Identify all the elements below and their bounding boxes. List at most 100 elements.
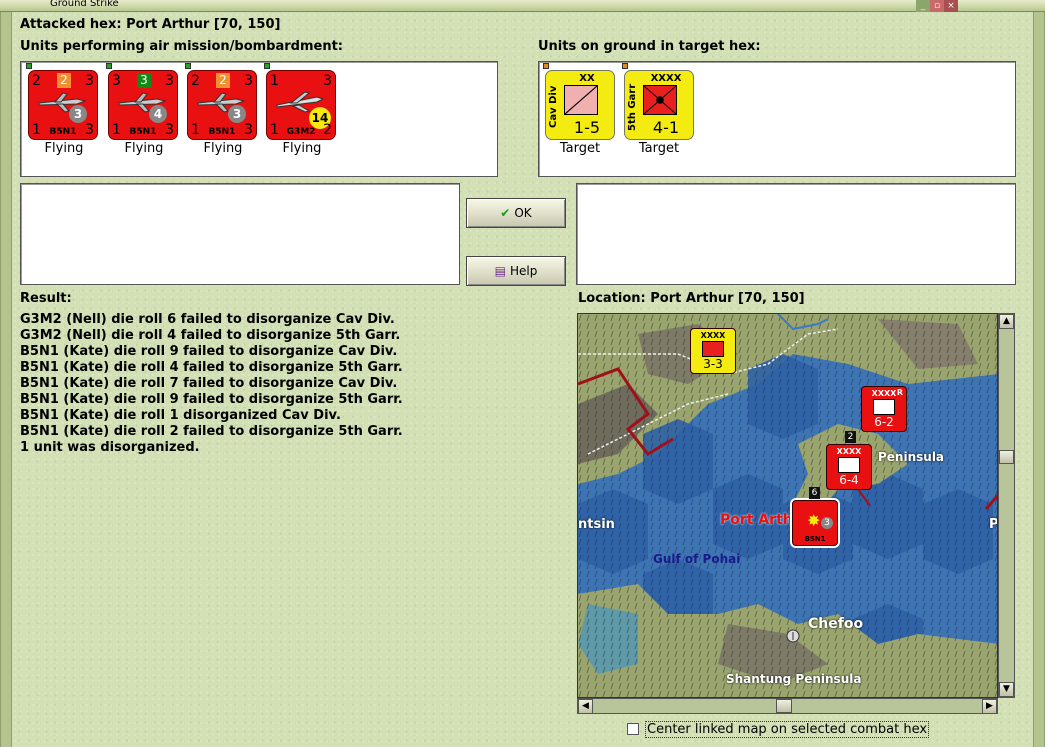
minimize-button[interactable]: _ [916, 0, 930, 12]
unit-size: XXXX [650, 73, 682, 84]
status-pip [622, 63, 628, 69]
ground-panel-title: Units on ground in target hex: [538, 39, 761, 54]
map-counter-strength: 6-2 [874, 415, 894, 429]
scroll-up-icon[interactable]: ▲ [999, 314, 1014, 329]
counter-stat: 3 [323, 73, 332, 89]
counter-chip: 3 [137, 73, 151, 88]
ground-unit-1[interactable]: Cav Div XX 1-5 Target [543, 63, 616, 156]
air-units-panel[interactable]: 2 2 3 3 1 B5N1 3 Flying 3 3 3 4 1 B5N1 3… [20, 61, 498, 177]
window-title: Ground Strike [50, 0, 119, 9]
map-counter-infantry-b[interactable]: 2 XXXX 6-4 [826, 431, 872, 490]
counter-stat: 3 [165, 122, 174, 138]
counter-stat: 2 [191, 73, 200, 89]
result-log: G3M2 (Nell) die roll 6 failed to disorga… [20, 312, 403, 456]
checkmark-icon: ✔ [500, 206, 511, 220]
map-counter-garrison[interactable]: XXXX 3-3 [690, 328, 736, 374]
scroll-down-icon[interactable]: ▼ [999, 682, 1014, 697]
counter-stat: 2 [323, 122, 332, 138]
help-button-label: Help [509, 264, 538, 278]
air-unit-4[interactable]: 1 3 14 1 G3M2 2 Flying [264, 63, 338, 156]
map-label-peninsula: Peninsula [878, 450, 945, 464]
map-label-tsin: ntsin [578, 517, 615, 532]
result-line: B5N1 (Kate) die roll 9 failed to disorga… [20, 392, 403, 407]
horizontal-scroll-thumb[interactable] [776, 699, 792, 713]
center-map-label[interactable]: Center linked map on selected combat hex [645, 721, 930, 738]
counter-chip: 2 [57, 73, 71, 88]
result-line: B5N1 (Kate) die roll 7 failed to disorga… [20, 376, 398, 391]
garrison-symbol-icon [643, 85, 677, 115]
map-horizontal-scrollbar[interactable]: ◀ ▶ [577, 698, 998, 714]
counter-stat: 3 [85, 122, 94, 138]
air-unit-1[interactable]: 2 2 3 3 1 B5N1 3 Flying [26, 63, 100, 156]
window-close-button[interactable]: × [944, 0, 958, 12]
air-unit-counter[interactable]: 3 3 3 4 1 B5N1 3 [106, 63, 178, 140]
map-counter-air-selected[interactable]: 6 ✸ 3 B5N1 [792, 487, 838, 546]
vertical-scroll-thumb[interactable] [999, 450, 1014, 464]
result-line: B5N1 (Kate) die roll 4 failed to disorga… [20, 360, 403, 375]
left-frame-border [0, 12, 12, 747]
ground-unit-counter[interactable]: Cav Div XX 1-5 [543, 63, 615, 140]
unit-status: Flying [203, 141, 243, 156]
unit-size: XX [579, 73, 595, 84]
map-counter-badge: R [896, 388, 903, 397]
result-line: B5N1 (Kate) die roll 9 failed to disorga… [20, 344, 398, 359]
result-line: 1 unit was disorganized. [20, 440, 200, 455]
explosion-icon: ✸ [807, 511, 821, 530]
map-counter-circle: 3 [821, 517, 833, 529]
right-frame-border [1033, 12, 1045, 747]
location-label: Location: [578, 291, 646, 306]
unit-status: Target [559, 141, 601, 156]
map-counter-model: B5N1 [804, 535, 826, 543]
cavalry-symbol-icon [564, 85, 598, 115]
center-map-checkbox[interactable] [627, 723, 639, 735]
unit-status: Flying [282, 141, 322, 156]
unit-strength: 1-5 [573, 118, 601, 137]
counter-stat: 3 [165, 73, 174, 89]
counter-circle: 3 [69, 105, 87, 123]
unit-status: Target [638, 141, 680, 156]
help-book-icon: ▤ [494, 264, 506, 278]
air-unit-3[interactable]: 2 2 3 3 1 B5N1 3 Flying [185, 63, 259, 156]
map-counter-infantry-a[interactable]: XXXX R 6-2 [861, 386, 907, 432]
unit-symbol-icon [873, 399, 895, 415]
unit-status: Flying [124, 141, 164, 156]
location-map[interactable]: Port Arthur Gulf of Pohai Chefoo Shantun… [577, 313, 998, 698]
counter-stat: 3 [244, 122, 253, 138]
map-counter-size: XXXX [836, 447, 862, 456]
result-line: G3M2 (Nell) die roll 6 failed to disorga… [20, 312, 395, 327]
counter-stat: 3 [244, 73, 253, 89]
help-button[interactable]: ▤ Help [466, 256, 566, 286]
map-label-p-edge: P [989, 517, 998, 532]
defender-detail-panel [576, 183, 1016, 285]
air-unit-counter[interactable]: 2 2 3 3 1 B5N1 3 [26, 63, 98, 140]
title-bar: Ground Strike _ ▫ × [0, 0, 1045, 12]
counter-chip: 2 [216, 73, 230, 88]
unit-status: Flying [44, 141, 84, 156]
attacked-hex-heading: Attacked hex: Port Arthur [70, 150] [20, 17, 280, 32]
ok-button[interactable]: ✔ OK [466, 198, 566, 228]
scroll-right-icon[interactable]: ▶ [982, 699, 997, 714]
result-line: G3M2 (Nell) die roll 4 failed to disorga… [20, 328, 401, 343]
map-label-chefoo: Chefoo [808, 616, 864, 632]
map-vertical-scrollbar[interactable]: ▲ ▼ [998, 313, 1015, 698]
maximize-button[interactable]: ▫ [930, 0, 944, 12]
result-title: Result: [20, 291, 72, 306]
center-map-option[interactable]: Center linked map on selected combat hex [627, 721, 930, 738]
scroll-left-icon[interactable]: ◀ [578, 699, 593, 714]
unit-name: Cav Div [548, 85, 559, 129]
air-unit-counter[interactable]: 1 3 14 1 G3M2 2 [264, 63, 336, 140]
ground-units-panel[interactable]: Cav Div XX 1-5 Target 5th Garr XXXX 4-1 … [538, 61, 1016, 177]
result-line: B5N1 (Kate) die roll 1 disorganized Cav … [20, 408, 341, 423]
air-unit-2[interactable]: 3 3 3 4 1 B5N1 3 Flying [106, 63, 180, 156]
ground-unit-counter[interactable]: 5th Garr XXXX 4-1 [622, 63, 694, 140]
counter-stat: 1 [270, 73, 279, 89]
air-unit-counter[interactable]: 2 2 3 3 1 B5N1 3 [185, 63, 257, 140]
ground-unit-2[interactable]: 5th Garr XXXX 4-1 Target [622, 63, 695, 156]
map-stack-count: 2 [845, 431, 856, 443]
unit-strength: 4-1 [652, 118, 680, 137]
unit-symbol-icon [838, 457, 860, 473]
attacked-hex-value: Port Arthur [70, 150] [126, 17, 281, 32]
unit-symbol-icon [702, 341, 724, 357]
map-counter-strength: 6-4 [839, 473, 859, 487]
map-label-shantung: Shantung Peninsula [726, 672, 862, 686]
